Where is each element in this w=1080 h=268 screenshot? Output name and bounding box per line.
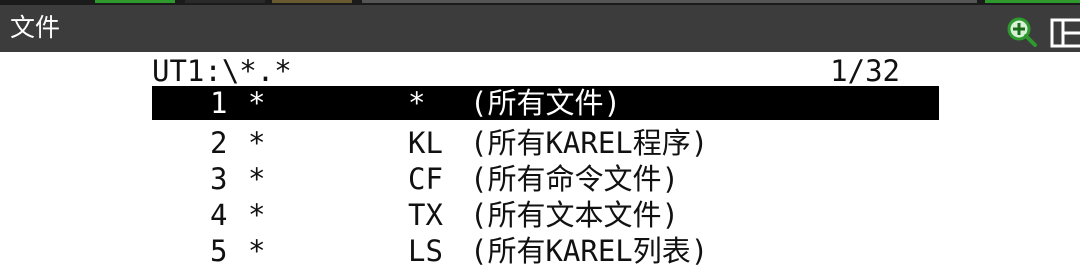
item-marker: * (248, 126, 266, 160)
item-description: (所有文本文件) (470, 198, 679, 232)
list-item[interactable]: 3 * CF (所有命令文件) (152, 162, 939, 196)
item-description: (所有KAREL程序) (470, 126, 709, 160)
item-number: 4 (210, 198, 228, 232)
window-title-bar: 文件 (0, 5, 1080, 52)
item-marker: * (248, 86, 266, 120)
status-tab-indicator (362, 0, 977, 3)
item-number: 2 (210, 126, 228, 160)
item-description: (所有文件) (470, 86, 621, 120)
status-tab-indicator (185, 0, 265, 3)
zoom-in-icon[interactable] (1006, 16, 1038, 48)
status-tab-indicator (95, 0, 175, 3)
item-extension: LS (408, 234, 443, 268)
item-marker: * (248, 234, 266, 268)
item-extension: TX (408, 198, 443, 232)
item-number: 5 (210, 234, 228, 268)
item-marker: * (248, 162, 266, 196)
item-number: 1 (210, 86, 228, 120)
item-marker: * (248, 198, 266, 232)
item-number: 3 (210, 162, 228, 196)
item-description: (所有KAREL列表) (470, 234, 709, 268)
list-item[interactable]: 4 * TX (所有文本文件) (152, 198, 939, 232)
list-item[interactable]: 1 * * (所有文件) (152, 86, 939, 120)
item-extension: KL (408, 126, 443, 160)
split-screen-icon[interactable] (1050, 18, 1080, 48)
current-path: UT1:\*.* (152, 54, 292, 88)
window-title: 文件 (10, 13, 61, 42)
status-tab-indicator (272, 0, 352, 3)
status-tab-indicator (985, 0, 1080, 3)
item-description: (所有命令文件) (470, 162, 679, 196)
item-extension: CF (408, 162, 443, 196)
list-item[interactable]: 2 * KL (所有KAREL程序) (152, 126, 939, 160)
page-indicator: 1/32 (830, 54, 900, 88)
list-item[interactable]: 5 * LS (所有KAREL列表) (152, 234, 939, 268)
item-extension: * (408, 86, 426, 120)
path-header: UT1:\*.* 1/32 (150, 52, 940, 88)
